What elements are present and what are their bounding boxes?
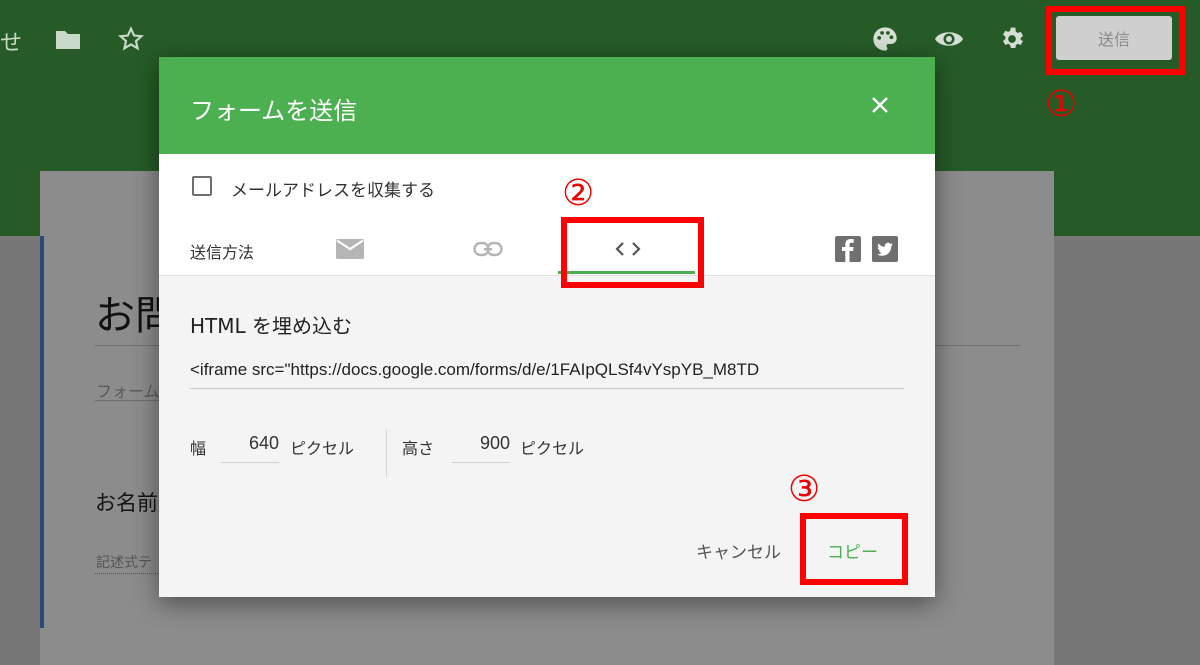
embed-code-underline [190, 388, 904, 389]
annotation-step-1: ① [1045, 84, 1078, 125]
highlight-box-send [1046, 6, 1185, 75]
highlight-box-copy [800, 513, 908, 585]
annotation-step-2: ② [562, 173, 595, 214]
annotation-step-3: ③ [788, 469, 821, 510]
height-unit: ピクセル [520, 439, 585, 458]
question-title[interactable]: お名前 [95, 487, 158, 517]
email-icon[interactable] [333, 234, 367, 264]
height-input[interactable]: 900 [452, 433, 510, 454]
star-icon[interactable] [116, 24, 146, 54]
twitter-icon[interactable] [868, 234, 902, 264]
send-via-label: 送信方法 [190, 243, 255, 262]
form-description[interactable]: フォーム [96, 378, 160, 402]
height-label: 高さ [402, 439, 435, 458]
cancel-button[interactable]: キャンセル [696, 538, 781, 563]
dimension-divider [386, 429, 387, 477]
toolbar-title-fragment: せ [0, 31, 23, 56]
question-answer-placeholder: 記述式テ [96, 555, 152, 571]
collect-email-label: メールアドレスを収集する [231, 181, 435, 201]
height-input-underline [452, 462, 510, 463]
preview-eye-icon[interactable] [934, 24, 964, 54]
highlight-box-embed [561, 217, 704, 288]
embed-html-heading: HTML を埋め込む [190, 314, 353, 338]
dialog-header: フォームを送信 [159, 57, 935, 154]
width-input[interactable]: 640 [221, 433, 279, 454]
palette-icon[interactable] [870, 24, 900, 54]
facebook-icon[interactable] [831, 234, 865, 264]
width-input-underline [221, 462, 279, 463]
width-label: 幅 [190, 439, 207, 458]
form-accent-bar [40, 236, 44, 628]
settings-gear-icon[interactable] [997, 24, 1027, 54]
collect-email-checkbox[interactable] [192, 176, 212, 196]
folder-icon[interactable] [53, 24, 83, 54]
form-description-underline [95, 400, 160, 401]
link-icon[interactable] [471, 234, 505, 264]
width-unit: ピクセル [290, 439, 355, 458]
answer-underline [95, 573, 160, 574]
dialog-title: フォームを送信 [190, 97, 358, 125]
close-icon[interactable] [865, 90, 895, 120]
embed-code-field[interactable]: <iframe src="https://docs.google.com/for… [190, 360, 904, 380]
